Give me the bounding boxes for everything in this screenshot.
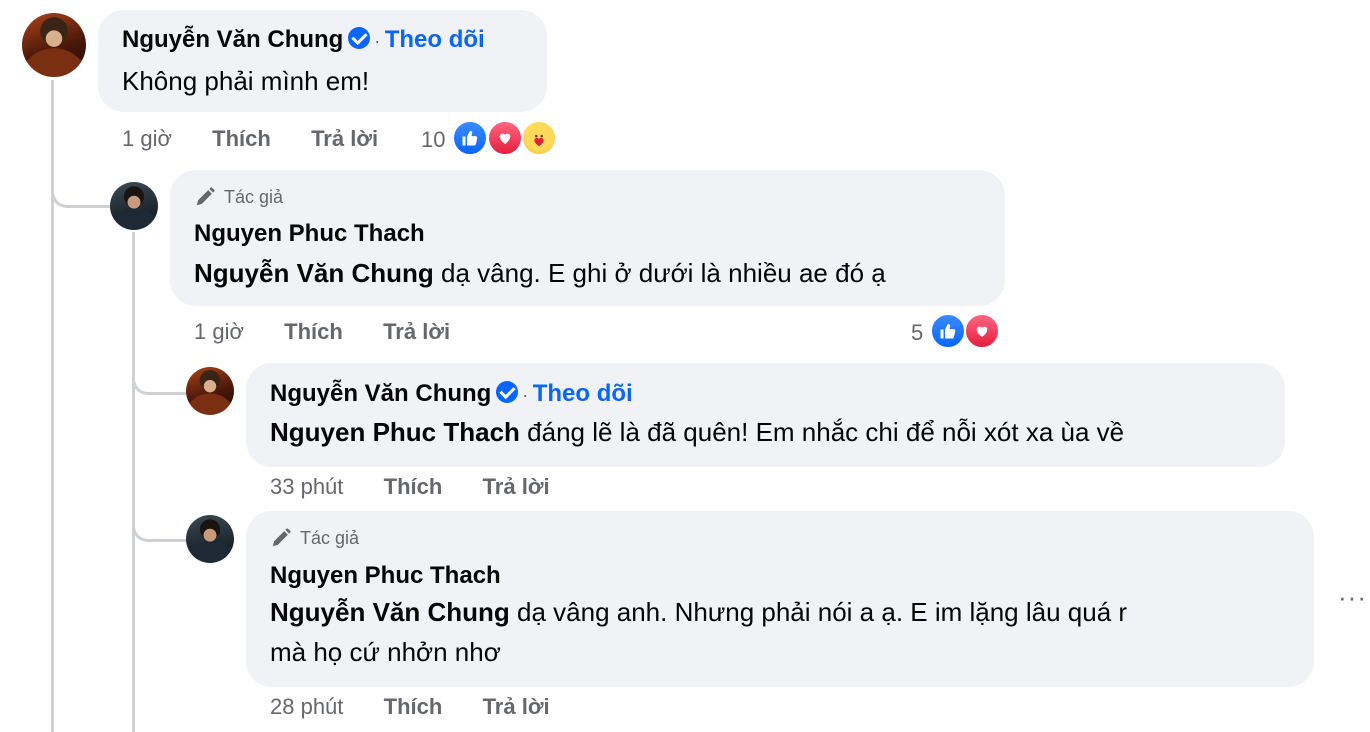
verified-icon <box>495 381 518 403</box>
avatar[interactable] <box>186 515 234 563</box>
author-badge: Tác giả <box>194 186 283 208</box>
comment-author[interactable]: Nguyen Phuc Thach <box>194 220 425 248</box>
comment-time[interactable]: 33 phút <box>270 474 343 499</box>
author-tag-label: Tác giả <box>224 186 284 207</box>
like-button[interactable]: Thích <box>384 694 443 719</box>
follow-button[interactable]: Theo dõi <box>385 26 485 53</box>
thread-branch-3 <box>132 495 189 542</box>
pen-icon <box>272 528 291 547</box>
comment-bubble: Tác giả Nguyen Phuc Thach Nguyễn Văn Chu… <box>170 170 1005 306</box>
comment-text-row: Nguyễn Văn Chung dạ vâng anh. Nhưng phải… <box>270 593 1127 631</box>
reaction-count[interactable]: 10 <box>421 127 445 153</box>
comment-author[interactable]: Nguyễn Văn Chung <box>122 26 343 53</box>
care-icon[interactable] <box>521 120 557 156</box>
comment-author[interactable]: Nguyễn Văn Chung <box>270 380 491 407</box>
comment-text-row: Nguyen Phuc Thach đáng lẽ là đã quên! Em… <box>270 413 1124 451</box>
reply-button[interactable]: Trả lời <box>483 694 550 719</box>
verified-icon <box>347 27 370 49</box>
author-tag-label: Tác giả <box>300 527 360 548</box>
like-button[interactable]: Thích <box>384 474 443 499</box>
reaction-count[interactable]: 5 <box>911 320 923 346</box>
mention-link[interactable]: Nguyen Phuc Thach <box>270 417 520 447</box>
follow-button[interactable]: Theo dõi <box>533 380 633 407</box>
comment-time[interactable]: 1 giờ <box>194 319 244 344</box>
comment-author[interactable]: Nguyen Phuc Thach <box>270 562 501 590</box>
like-button[interactable]: Thích <box>212 126 271 151</box>
reply-button[interactable]: Trả lời <box>311 126 378 151</box>
thread-branch-1 <box>51 150 114 208</box>
reply-button[interactable]: Trả lời <box>383 319 450 344</box>
mention-link[interactable]: Nguyễn Văn Chung <box>194 258 434 288</box>
comment-text-row: Nguyễn Văn Chung dạ vâng. E ghi ở dưới l… <box>194 254 886 292</box>
more-options-button[interactable]: ··· <box>1338 582 1367 613</box>
comment-text-line2: mà họ cứ nhởn nhơ <box>270 637 501 667</box>
avatar[interactable] <box>110 182 158 230</box>
reply-button[interactable]: Trả lời <box>483 474 550 499</box>
comment-bubble: Nguyễn Văn Chung · Theo dõi Nguyen Phuc … <box>246 363 1285 467</box>
separator-dot: · <box>374 31 381 51</box>
thread-line-nested <box>132 232 135 732</box>
comment-bubble: Nguyễn Văn Chung · Theo dõi Không phải m… <box>98 10 547 112</box>
love-icon[interactable] <box>964 313 1000 349</box>
author-badge: Tác giả <box>270 527 359 549</box>
comment-text: dạ vâng anh. Nhưng phải nói a ạ. E im lặ… <box>517 597 1128 627</box>
comment-text: dạ vâng. E ghi ở dưới là nhiều ae đó ạ <box>441 258 886 288</box>
comment-time[interactable]: 1 giờ <box>122 126 172 151</box>
pen-icon <box>196 187 215 206</box>
mention-link[interactable]: Nguyễn Văn Chung <box>270 597 510 627</box>
comment-bubble: Tác giả Nguyen Phuc Thach Nguyễn Văn Chu… <box>246 511 1314 687</box>
thread-branch-2 <box>132 340 189 395</box>
separator-dot: · <box>522 385 529 405</box>
avatar[interactable] <box>22 13 86 77</box>
like-button[interactable]: Thích <box>284 319 343 344</box>
like-icon[interactable] <box>930 313 966 349</box>
comment-text: Không phải mình em! <box>122 66 370 96</box>
comment-time[interactable]: 28 phút <box>270 694 343 719</box>
like-icon[interactable] <box>452 120 488 156</box>
comment-text: đáng lẽ là đã quên! Em nhắc chi để nỗi x… <box>527 417 1125 447</box>
avatar[interactable] <box>186 367 234 415</box>
love-icon[interactable] <box>487 120 523 156</box>
